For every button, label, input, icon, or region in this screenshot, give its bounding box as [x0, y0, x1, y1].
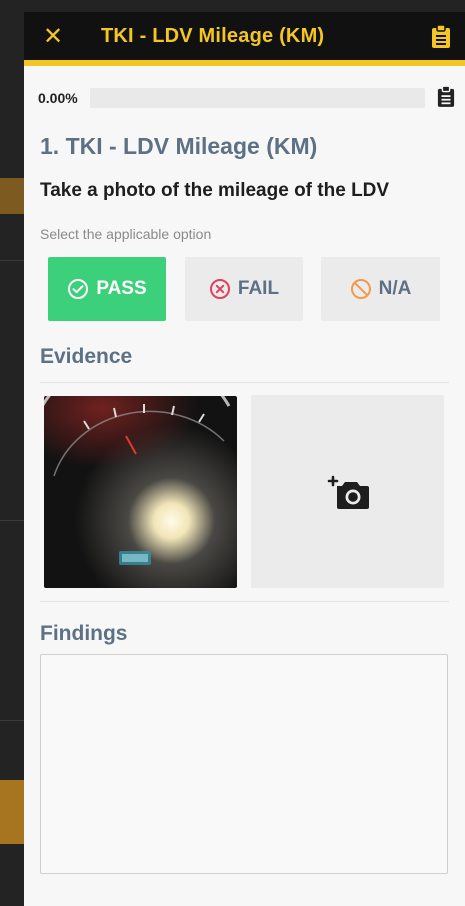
question-title: 1. TKI - LDV Mileage (KM)	[40, 133, 318, 159]
background-divider	[0, 520, 26, 521]
divider	[40, 601, 449, 602]
question-prompt: Take a photo of the mileage of the LDV	[40, 180, 390, 201]
findings-heading: Findings	[40, 622, 128, 645]
close-icon[interactable]: ✕	[40, 24, 66, 50]
background-divider	[0, 260, 26, 261]
findings-input[interactable]	[40, 654, 448, 874]
option-hint: Select the applicable option	[40, 226, 212, 242]
modal-header: ✕ TKI - LDV Mileage (KM)	[24, 12, 465, 66]
evidence-photo[interactable]	[44, 396, 237, 588]
fail-button[interactable]: FAIL	[185, 257, 303, 321]
x-circle-icon	[209, 279, 230, 299]
clipboard-icon[interactable]	[431, 25, 451, 49]
checklist-modal: ✕ TKI - LDV Mileage (KM) 0.00% 1. TKI - …	[24, 12, 465, 906]
progress-bar	[90, 88, 425, 108]
pass-label: PASS	[96, 278, 147, 299]
clipboard-icon[interactable]	[437, 86, 455, 108]
evidence-heading: Evidence	[40, 345, 133, 368]
background-divider	[0, 720, 26, 721]
divider	[40, 382, 449, 383]
ban-icon	[350, 279, 371, 299]
add-photo-icon	[327, 475, 369, 509]
add-photo-button[interactable]	[251, 395, 444, 588]
progress-row: 0.00%	[38, 86, 455, 108]
fail-label: FAIL	[237, 278, 280, 299]
na-button[interactable]: N/A	[321, 257, 440, 321]
progress-percent: 0.00%	[38, 90, 78, 106]
check-circle-icon	[68, 279, 89, 299]
modal-title: TKI - LDV Mileage (KM)	[101, 25, 325, 47]
na-label: N/A	[378, 278, 412, 299]
pass-button[interactable]: PASS	[48, 257, 166, 321]
